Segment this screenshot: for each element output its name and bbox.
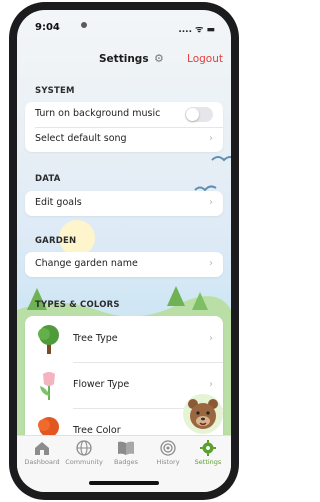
tree-type-row[interactable]: Tree Type › bbox=[25, 316, 223, 362]
edit-goals-row[interactable]: Edit goals › bbox=[25, 191, 223, 216]
globe-icon bbox=[76, 440, 92, 456]
tab-settings[interactable]: Settings bbox=[187, 440, 229, 470]
select-song-label: Select default song bbox=[35, 133, 127, 144]
tab-history-label: History bbox=[156, 458, 180, 466]
tab-history[interactable]: History bbox=[147, 440, 189, 470]
tree-silhouette-2 bbox=[167, 286, 185, 306]
status-time: 9:04 bbox=[35, 22, 60, 33]
chevron-right-icon: › bbox=[209, 197, 213, 208]
section-types-colors-label: TYPES & COLORS bbox=[35, 300, 120, 310]
camera-dot bbox=[81, 22, 87, 28]
tab-badges[interactable]: Badges bbox=[105, 440, 147, 470]
tab-settings-label: Settings bbox=[194, 458, 222, 466]
chevron-right-icon: › bbox=[209, 258, 213, 269]
data-card: Edit goals › bbox=[25, 191, 223, 216]
music-toggle[interactable] bbox=[185, 107, 213, 122]
chevron-right-icon: › bbox=[209, 133, 213, 144]
tab-badges-label: Badges bbox=[113, 458, 139, 466]
gear-icon bbox=[200, 440, 216, 456]
chevron-right-icon: › bbox=[209, 333, 213, 344]
tab-bar: Dashboard Community Badges History Setti… bbox=[17, 435, 231, 492]
toggle-knob bbox=[186, 108, 199, 121]
book-icon bbox=[118, 441, 134, 455]
tab-dashboard[interactable]: Dashboard bbox=[21, 440, 63, 470]
section-garden-label: GARDEN bbox=[35, 236, 77, 246]
music-toggle-row[interactable]: Turn on background music bbox=[25, 102, 223, 127]
flower-type-label: Flower Type bbox=[73, 379, 130, 390]
phone-frame: 9:04 .... ᯤ ▬ Settings ⚙ Logout SYSTEM T… bbox=[9, 2, 239, 500]
gear-icon: ⚙ bbox=[154, 52, 164, 65]
page-title: Settings bbox=[99, 53, 149, 65]
status-bar: 9:04 .... ᯤ ▬ bbox=[35, 22, 215, 36]
change-garden-name-row[interactable]: Change garden name › bbox=[25, 252, 223, 277]
bird-2 bbox=[194, 185, 217, 192]
change-garden-name-label: Change garden name bbox=[35, 258, 138, 269]
tab-community-label: Community bbox=[65, 458, 103, 466]
tab-community[interactable]: Community bbox=[63, 440, 105, 470]
select-song-row[interactable]: Select default song › bbox=[25, 127, 223, 152]
edit-goals-label: Edit goals bbox=[35, 197, 82, 208]
app-screen: 9:04 .... ᯤ ▬ Settings ⚙ Logout SYSTEM T… bbox=[17, 10, 231, 492]
section-system-label: SYSTEM bbox=[35, 86, 75, 96]
tree-type-label: Tree Type bbox=[73, 333, 118, 344]
tab-dashboard-label: Dashboard bbox=[24, 458, 60, 466]
home-icon bbox=[35, 442, 49, 455]
header: Settings ⚙ Logout bbox=[17, 50, 231, 70]
tulip-icon bbox=[40, 372, 55, 400]
music-toggle-label: Turn on background music bbox=[35, 108, 161, 119]
target-icon bbox=[160, 440, 176, 456]
status-indicators: .... ᯤ ▬ bbox=[178, 25, 215, 35]
tree-icon bbox=[38, 325, 59, 354]
system-card: Turn on background music Select default … bbox=[25, 102, 223, 152]
chevron-right-icon: › bbox=[209, 379, 213, 390]
bird-1 bbox=[211, 156, 231, 162]
home-indicator bbox=[89, 481, 159, 485]
logout-button[interactable]: Logout bbox=[187, 53, 223, 65]
section-data-label: DATA bbox=[35, 174, 61, 184]
garden-card: Change garden name › bbox=[25, 252, 223, 277]
bear-mascot bbox=[183, 394, 223, 434]
